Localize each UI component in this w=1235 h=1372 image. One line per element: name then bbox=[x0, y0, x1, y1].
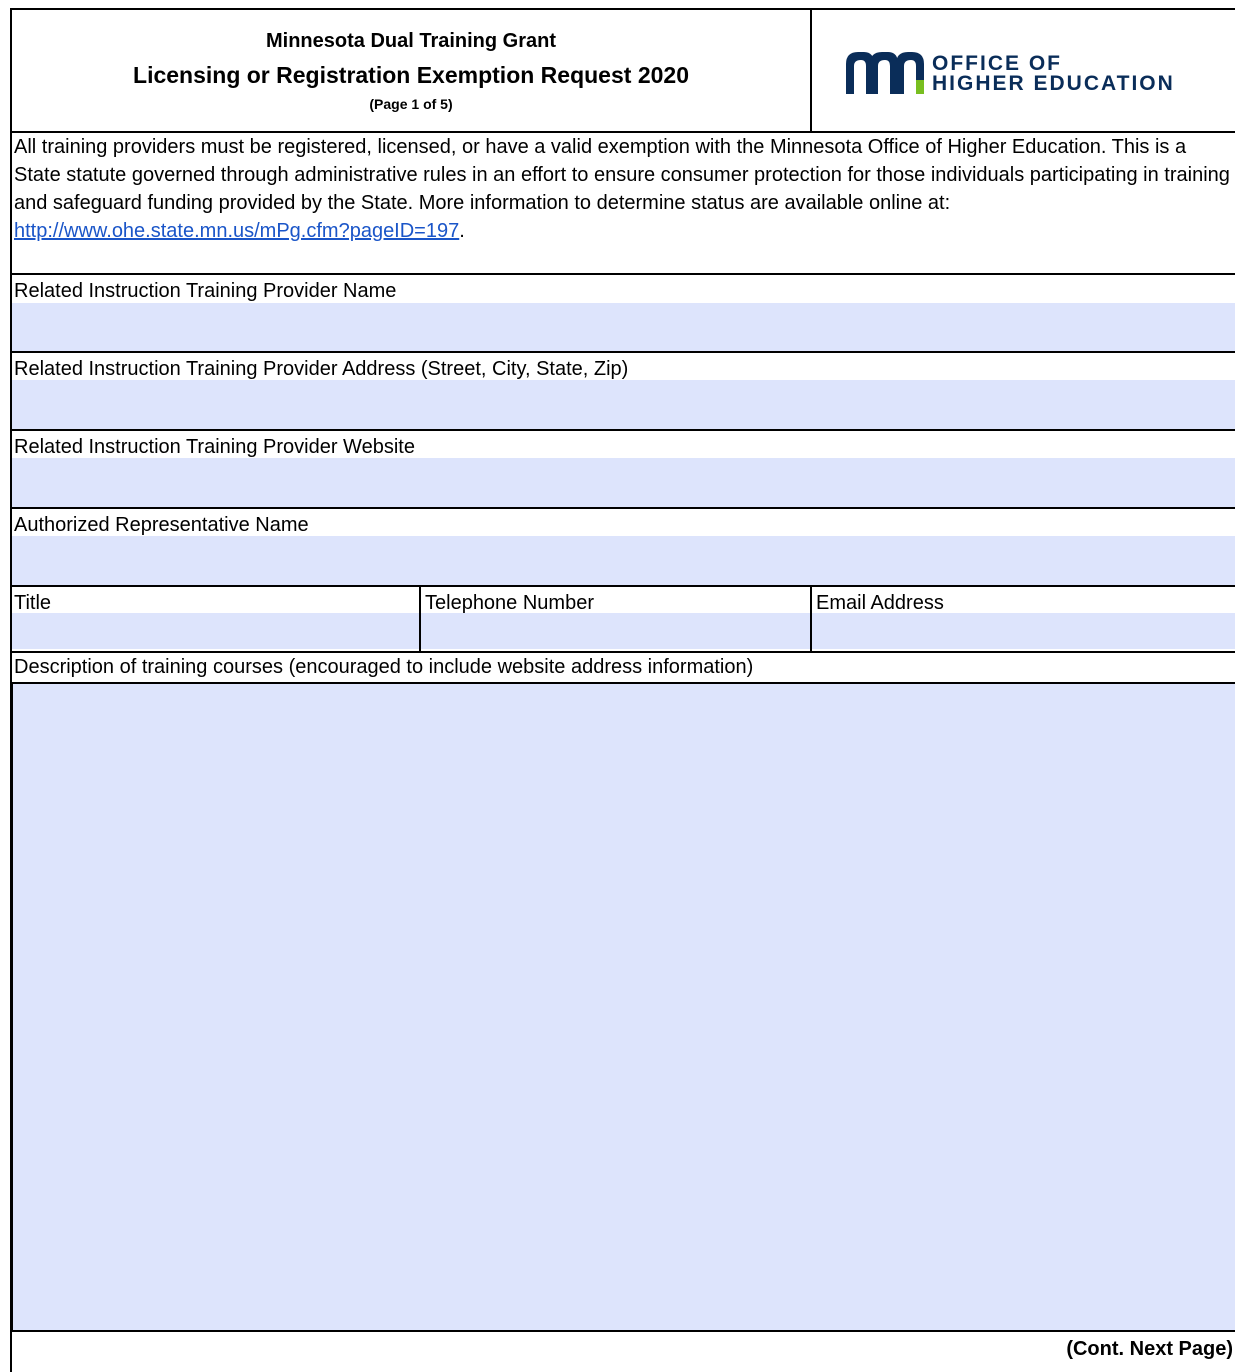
provider-address-label: Related Instruction Training Provider Ad… bbox=[14, 358, 629, 380]
continued-note: (Cont. Next Page) bbox=[1066, 1338, 1233, 1360]
description-label: Description of training courses (encoura… bbox=[14, 656, 754, 678]
header-page-number: (Page 1 of 5) bbox=[369, 96, 453, 112]
provider-website-label: Related Instruction Training Provider We… bbox=[14, 436, 415, 458]
minnesota-logo-icon bbox=[846, 52, 924, 94]
provider-name-field[interactable] bbox=[12, 303, 1235, 351]
telephone-label: Telephone Number bbox=[425, 592, 594, 614]
divider bbox=[12, 273, 1235, 275]
divider bbox=[12, 585, 1235, 587]
description-box bbox=[12, 682, 1235, 1332]
provider-website-field[interactable] bbox=[12, 458, 1235, 507]
ohe-logo: OFFICE OF HIGHER EDUCATION bbox=[844, 48, 1224, 108]
form-page: Minnesota Dual Training Grant Licensing … bbox=[10, 8, 1235, 1372]
logo-text-line1: OFFICE OF bbox=[932, 52, 1062, 75]
intro-text: All training providers must be registere… bbox=[14, 136, 1230, 214]
header-divider bbox=[810, 10, 812, 131]
title-field[interactable] bbox=[12, 613, 419, 649]
title-label: Title bbox=[14, 592, 52, 614]
intro-after-link: . bbox=[459, 220, 465, 242]
divider bbox=[12, 351, 1235, 353]
divider bbox=[12, 507, 1235, 509]
email-label: Email Address bbox=[816, 592, 944, 614]
telephone-field[interactable] bbox=[421, 613, 810, 649]
rep-name-label: Authorized Representative Name bbox=[14, 514, 309, 536]
rep-name-field[interactable] bbox=[12, 536, 1235, 585]
header-title-line1: Minnesota Dual Training Grant bbox=[265, 30, 557, 52]
intro-paragraph: All training providers must be registere… bbox=[14, 133, 1232, 245]
logo-text-line2: HIGHER EDUCATION bbox=[932, 72, 1175, 95]
divider bbox=[12, 429, 1235, 431]
ohe-status-link[interactable]: http://www.ohe.state.mn.us/mPg.cfm?pageI… bbox=[14, 220, 459, 242]
email-field[interactable] bbox=[812, 613, 1235, 649]
divider bbox=[12, 651, 1235, 653]
provider-name-label: Related Instruction Training Provider Na… bbox=[14, 280, 397, 302]
provider-address-field[interactable] bbox=[12, 380, 1235, 429]
description-field[interactable] bbox=[13, 684, 1235, 1330]
header-title-line2: Licensing or Registration Exemption Requ… bbox=[133, 62, 689, 88]
